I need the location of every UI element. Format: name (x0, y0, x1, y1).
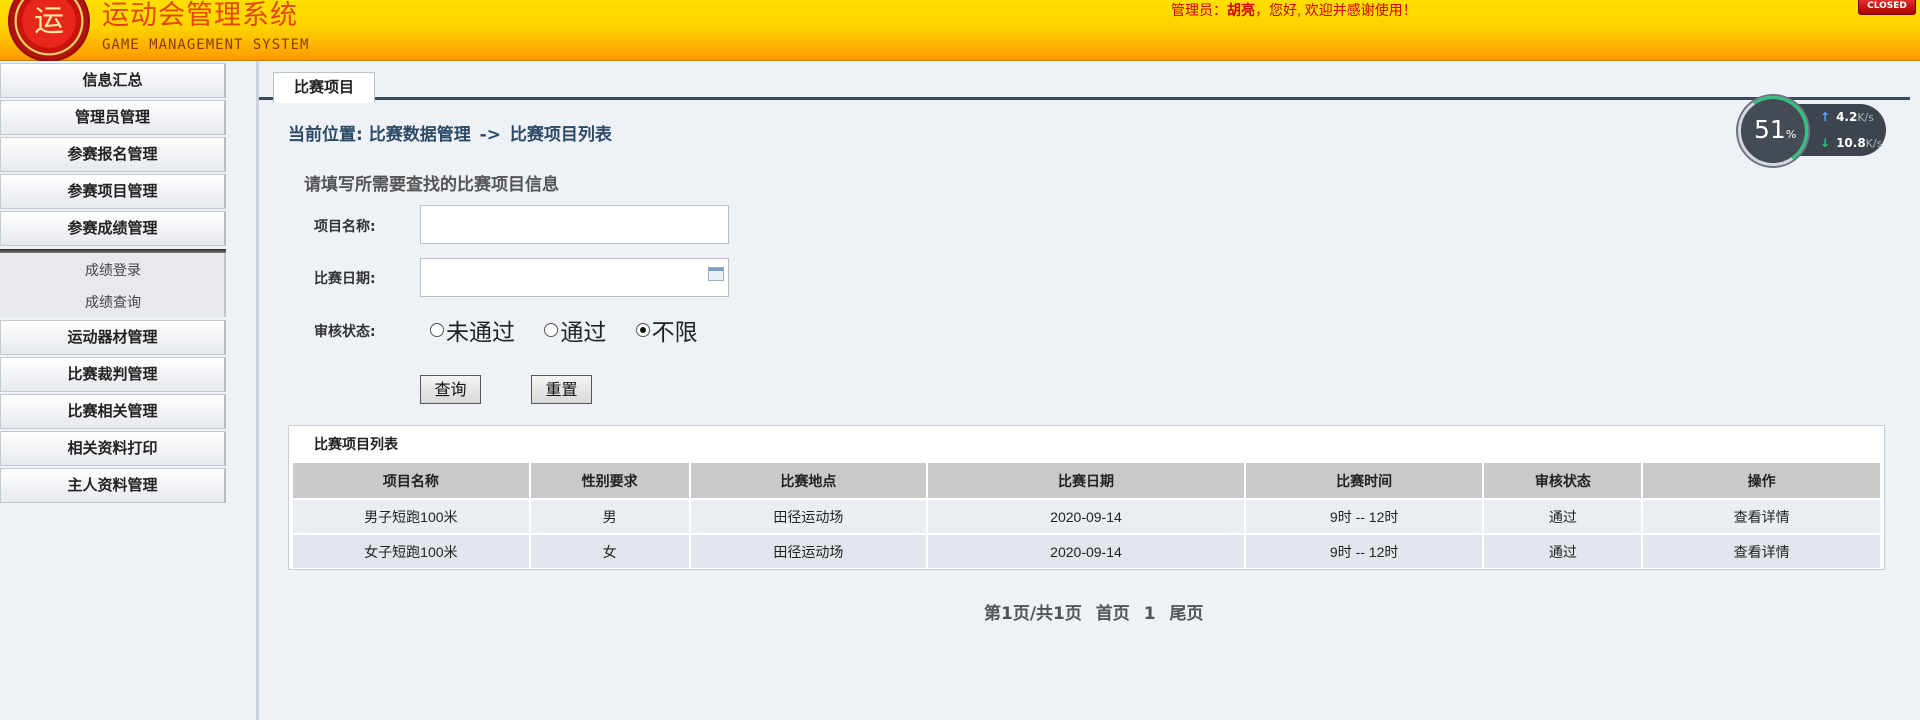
cell-status: 通过 (1484, 535, 1642, 568)
view-details-link[interactable]: 查看详情 (1643, 500, 1880, 533)
network-speed-widget[interactable]: 51% ↑ 4.2K/s ↓ 10.8K/s (1732, 90, 1890, 172)
column-header: 比赛日期 (928, 463, 1244, 498)
upload-value: 4.2 (1836, 110, 1858, 124)
cell-venue: 田径运动场 (690, 500, 927, 533)
usage-percent: 51% (1754, 115, 1796, 144)
cell-status: 通过 (1484, 500, 1642, 533)
cell-event-name: 男子短跑100米 (293, 500, 529, 533)
sidebar-item-referees[interactable]: 比赛裁判管理 (0, 357, 226, 392)
logo: 运 (8, 0, 90, 62)
sidebar-item-print[interactable]: 相关资料打印 (0, 431, 226, 466)
status-option-label: 不限 (651, 320, 698, 346)
event-date-label: 比赛日期: (314, 271, 376, 287)
column-header: 比赛地点 (690, 463, 927, 498)
cell-event-name: 女子短跑100米 (293, 535, 529, 568)
column-header: 项目名称 (293, 463, 529, 498)
sub-item-score-entry[interactable]: 成绩登录 (0, 260, 226, 280)
usage-percent-value: 51 (1754, 115, 1786, 144)
sidebar-item-scores[interactable]: 参赛成绩管理 (0, 211, 226, 246)
radio-circle-icon (430, 323, 444, 337)
breadcrumb-current: 比赛项目列表 (509, 125, 612, 145)
status-radio-approved[interactable]: 通过 (544, 313, 606, 347)
cell-gender: 女 (530, 535, 689, 568)
status-radio-rejected[interactable]: 未通过 (430, 313, 515, 347)
radio-checked-icon (635, 323, 650, 337)
first-page-link[interactable]: 首页 (1096, 604, 1130, 624)
cell-gender: 男 (530, 500, 689, 533)
breadcrumb-arrow: -> (479, 125, 501, 145)
breadcrumb-parent: 比赛数据管理 (368, 125, 471, 145)
search-section-title: 请填写所需要查找的比赛项目信息 (304, 175, 559, 195)
status-option-label: 未通过 (446, 320, 515, 346)
download-arrow-icon: ↓ (1820, 136, 1831, 150)
status-option-label: 通过 (560, 320, 607, 346)
page-summary: 第1页/共1页 (984, 604, 1082, 624)
upload-unit: K/s (1857, 111, 1874, 124)
app-title: 运动会管理系统 (102, 0, 298, 31)
sidebar-item-equipment[interactable]: 运动器材管理 (0, 320, 226, 355)
radio-circle-icon (544, 323, 559, 337)
sidebar-item-admin[interactable]: 管理员管理 (0, 100, 226, 135)
events-table: 项目名称 性别要求 比赛地点 比赛日期 比赛时间 审核状态 操作 男子短跑100… (291, 461, 1882, 570)
events-table-panel: 比赛项目列表 项目名称 性别要求 比赛地点 比赛日期 比赛时间 审核状态 操作 … (288, 425, 1885, 570)
download-value: 10.8 (1836, 136, 1866, 150)
app-header: 运 运动会管理系统 GAME MANAGEMENT SYSTEM 管理员：胡亮，… (0, 0, 1920, 62)
sidebar-item-events[interactable]: 参赛项目管理 (0, 174, 226, 209)
pagination: 第1页/共1页 首页 1 尾页 (984, 599, 1211, 624)
status-radio-group: 未通过 通过 不限 (430, 313, 720, 347)
user-name: 胡亮 (1227, 2, 1255, 18)
cell-date: 2020-09-14 (928, 500, 1244, 533)
event-name-input[interactable] (420, 205, 729, 244)
query-button[interactable]: 查询 (420, 375, 481, 404)
reset-button[interactable]: 重置 (531, 375, 592, 404)
sidebar-item-profile[interactable]: 主人资料管理 (0, 468, 226, 503)
breadcrumb: 当前位置: 比赛数据管理 -> 比赛项目列表 (288, 120, 612, 145)
cell-time: 9时 -- 12时 (1245, 500, 1483, 533)
welcome-suffix: ，您好, 欢迎并感谢使用！ (1255, 2, 1417, 18)
cell-time: 9时 -- 12时 (1245, 535, 1483, 568)
welcome-prefix: 管理员： (1171, 2, 1227, 18)
status-radio-any[interactable]: 不限 (635, 313, 698, 347)
calendar-icon[interactable] (708, 267, 724, 281)
last-page-link[interactable]: 尾页 (1169, 604, 1203, 624)
column-header: 审核状态 (1484, 463, 1642, 498)
sidebar-item-related[interactable]: 比赛相关管理 (0, 394, 226, 429)
event-name-label: 项目名称: (314, 219, 376, 235)
upload-arrow-icon: ↑ (1820, 110, 1831, 124)
logo-mark: 运 (34, 4, 64, 39)
page-number-link[interactable]: 1 (1144, 604, 1156, 624)
welcome-message: 管理员：胡亮，您好, 欢迎并感谢使用！ (1171, 0, 1417, 20)
download-speed: ↓ 10.8K/s (1820, 136, 1882, 150)
upload-speed: ↑ 4.2K/s (1820, 110, 1874, 124)
usage-percent-unit: % (1785, 128, 1797, 141)
main-content: 比赛项目 当前位置: 比赛数据管理 -> 比赛项目列表 请填写所需要查找的比赛项… (259, 61, 1920, 720)
sidebar: 信息汇总 管理员管理 参赛报名管理 参赛项目管理 参赛成绩管理 成绩登录 成绩查… (0, 61, 228, 720)
usage-gauge: 51% (1732, 90, 1814, 172)
cell-date: 2020-09-14 (928, 535, 1244, 568)
table-row: 男子短跑100米 男 田径运动场 2020-09-14 9时 -- 12时 通过… (293, 500, 1880, 533)
breadcrumb-prefix: 当前位置: (288, 125, 363, 145)
app-subtitle: GAME MANAGEMENT SYSTEM (102, 37, 310, 53)
status-label: 审核状态: (314, 324, 376, 340)
tab-events[interactable]: 比赛项目 (273, 72, 375, 103)
column-header: 性别要求 (530, 463, 689, 498)
view-details-link[interactable]: 查看详情 (1643, 535, 1880, 568)
download-unit: K/s (1865, 137, 1883, 150)
column-header: 操作 (1643, 463, 1880, 498)
tab-bar: 比赛项目 (259, 66, 1910, 103)
event-date-input[interactable] (420, 258, 729, 297)
sub-item-score-query[interactable]: 成绩查询 (0, 292, 226, 312)
table-row: 女子短跑100米 女 田径运动场 2020-09-14 9时 -- 12时 通过… (293, 535, 1880, 568)
table-header-row: 项目名称 性别要求 比赛地点 比赛日期 比赛时间 审核状态 操作 (293, 463, 1880, 498)
table-caption: 比赛项目列表 (314, 437, 398, 453)
submenu-scores: 成绩登录 成绩查询 (0, 253, 226, 317)
close-button[interactable]: CLOSED (1858, 0, 1916, 15)
sidebar-item-registration[interactable]: 参赛报名管理 (0, 137, 226, 172)
cell-venue: 田径运动场 (690, 535, 927, 568)
column-header: 比赛时间 (1245, 463, 1483, 498)
sidebar-item-info-summary[interactable]: 信息汇总 (0, 63, 226, 98)
